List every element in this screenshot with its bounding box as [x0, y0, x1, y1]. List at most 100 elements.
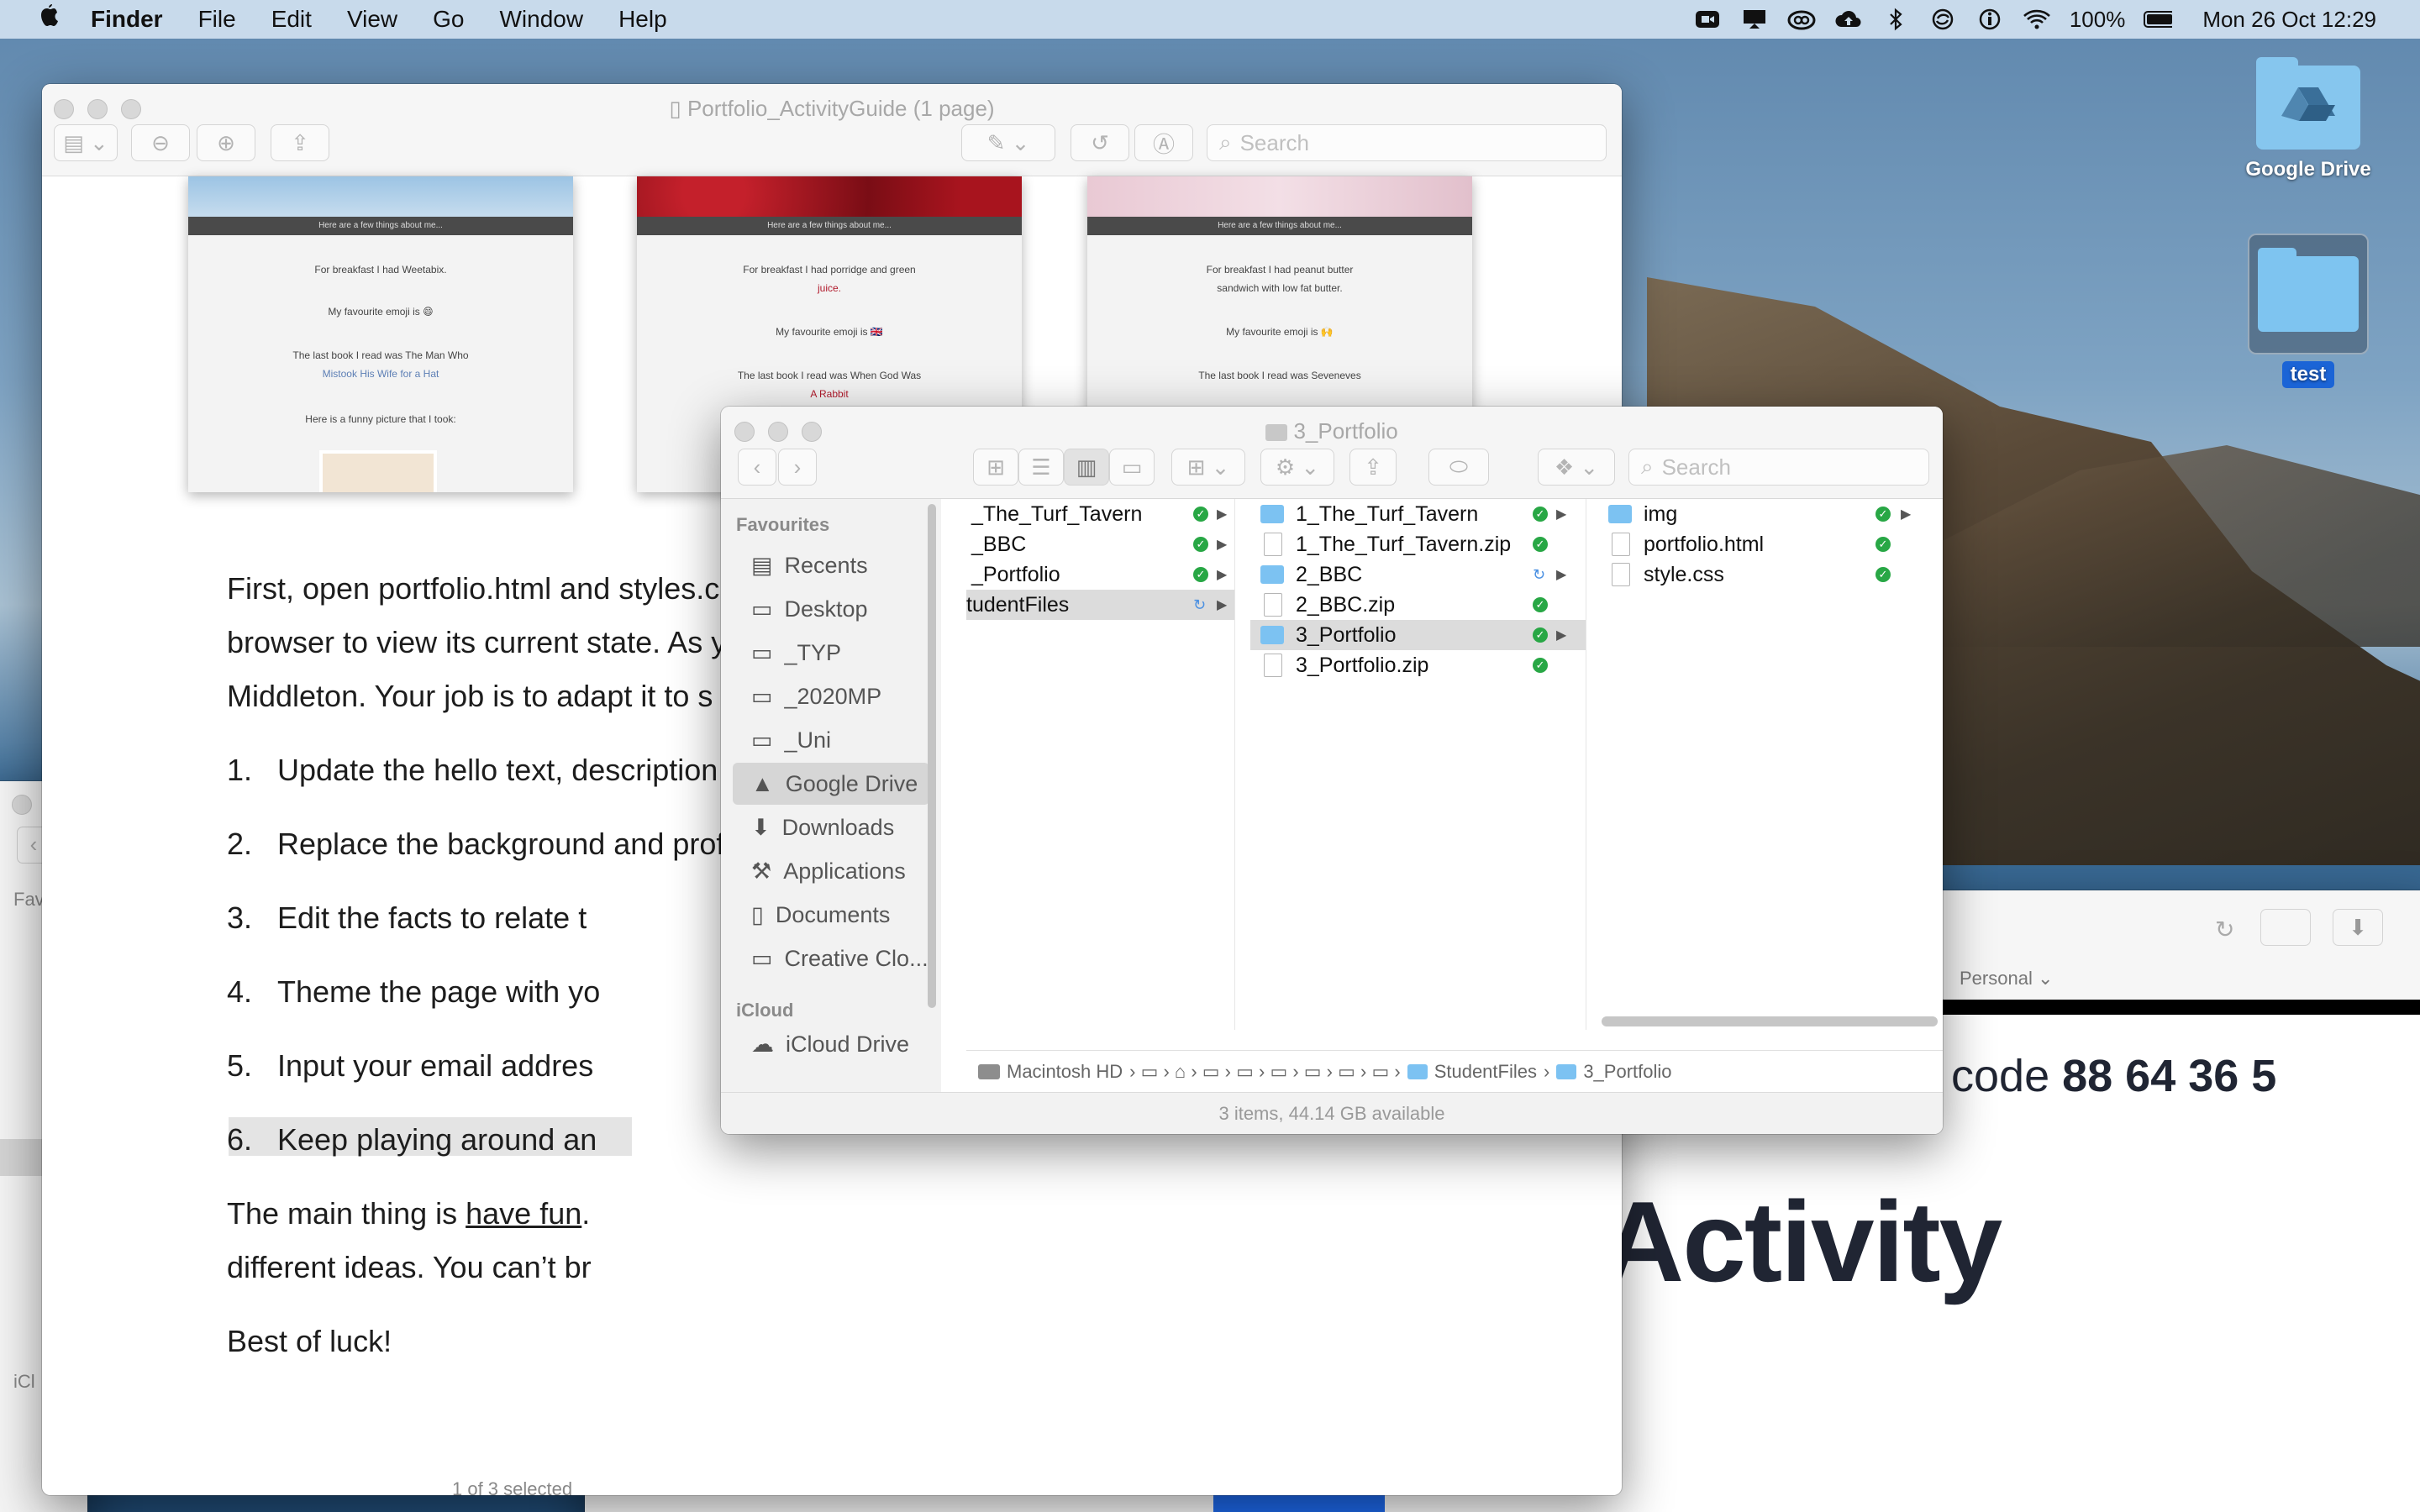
folder-row[interactable]: _BBC ✓ ▶	[966, 529, 1234, 559]
action-button[interactable]: ⚙ ⌄	[1260, 449, 1334, 486]
desktop-icon-google-drive[interactable]: Google Drive	[2237, 57, 2380, 181]
folder-row[interactable]: 1_The_Turf_Tavern ✓ ▶	[1250, 499, 1586, 529]
dropbox-button[interactable]: ❖ ⌄	[1538, 449, 1615, 486]
list-item-1: 1. Update the hello text, description	[227, 753, 718, 788]
reload-icon[interactable]: ↻	[2215, 916, 2234, 943]
search-icon: ⌕	[1219, 129, 1232, 155]
menu-window[interactable]: Window	[499, 6, 583, 33]
menu-app-name[interactable]: Finder	[91, 6, 163, 33]
file-row[interactable]: 3_Portfolio.zip ✓	[1250, 650, 1586, 680]
sidebar-item-icloud-drive[interactable]: ☁ iCloud Drive	[733, 1023, 929, 1065]
info-icon[interactable]	[1975, 7, 2004, 32]
sidebar-item-downloads[interactable]: ⬇ Downloads	[733, 806, 929, 848]
zoom-out-button[interactable]: ⊖	[131, 124, 190, 161]
view-columns-button[interactable]: ▥	[1064, 449, 1109, 486]
list-text: Keep playing around an	[277, 1122, 597, 1157]
folder-row[interactable]: img ✓ ▶	[1598, 499, 1943, 529]
back-button[interactable]: ‹	[738, 449, 776, 486]
file-row[interactable]: style.css ✓	[1598, 559, 1943, 590]
synced-icon: ✓	[1876, 567, 1891, 582]
menu-file[interactable]: File	[198, 6, 236, 33]
apple-menu-icon[interactable]	[32, 3, 66, 36]
menu-go[interactable]: Go	[433, 6, 464, 33]
sidebar-item-creative-cloud[interactable]: ▭ Creative Clo...	[733, 937, 929, 979]
search-input[interactable]: ⌕ Search	[1207, 124, 1607, 161]
forward-button[interactable]: ›	[778, 449, 817, 486]
sidebar-item-typ[interactable]: ▭ _TYP	[733, 632, 929, 674]
group-button[interactable]: ⊞ ⌄	[1171, 449, 1245, 486]
path-segment-3-portfolio[interactable]: 3_Portfolio	[1583, 1061, 1671, 1083]
search-input[interactable]: ⌕ Search	[1628, 449, 1929, 486]
menu-edit[interactable]: Edit	[271, 6, 312, 33]
chevron-right-icon: ▶	[1556, 628, 1567, 643]
file-row[interactable]: 1_The_Turf_Tavern.zip ✓	[1250, 529, 1586, 559]
download-icon[interactable]: ⬇	[2333, 909, 2383, 946]
sidebar-item-recents[interactable]: ▤ Recents	[733, 544, 929, 586]
folder-row-selected[interactable]: 3_Portfolio ✓ ▶	[1250, 620, 1586, 650]
zip-file-icon	[1264, 533, 1282, 556]
view-gallery-button[interactable]: ▭	[1109, 449, 1155, 486]
rotate-button[interactable]: ↺	[1071, 124, 1129, 161]
sidebar-item-label: Documents	[775, 901, 891, 927]
annotate-button[interactable]: Ⓐ	[1134, 124, 1193, 161]
tabs-overview-icon[interactable]	[2260, 909, 2311, 946]
bluetooth-icon[interactable]	[1881, 7, 1910, 32]
view-list-button[interactable]: ☰	[1018, 449, 1064, 486]
folder-icon	[1260, 565, 1284, 584]
path-segment-studentfiles[interactable]: StudentFiles	[1434, 1061, 1537, 1083]
view-icons-button[interactable]: ⊞	[973, 449, 1018, 486]
share-button[interactable]: ⇪	[271, 124, 329, 161]
para-text: The main thing is	[227, 1196, 466, 1231]
cloud-upload-icon[interactable]	[1834, 7, 1863, 32]
folder-row[interactable]: _The_Turf_Tavern ✓ ▶	[966, 499, 1234, 529]
thumb-line: My favourite emoji is 🇬🇧	[776, 326, 883, 338]
profile-menu[interactable]: Personal ⌄	[1960, 968, 2053, 990]
share-button[interactable]: ⇪	[1349, 449, 1397, 486]
zoom-icon[interactable]	[1693, 7, 1722, 32]
item-name: 2_BBC.zip	[1296, 592, 1396, 617]
have-fun-link[interactable]: have fun	[466, 1196, 581, 1231]
sidebar-toggle-button[interactable]: ▤ ⌄	[54, 124, 118, 161]
folder-row-selected[interactable]: tudentFiles ↻ ▶	[966, 590, 1234, 620]
list-number: 5.	[227, 1048, 253, 1083]
path-segment-macintosh-hd[interactable]: Macintosh HD	[1007, 1061, 1123, 1083]
annotate-icon: Ⓐ	[1152, 131, 1175, 157]
sidebar-item-uni[interactable]: ▭ _Uni	[733, 719, 929, 761]
menu-view[interactable]: View	[347, 6, 397, 33]
item-name: _Portfolio	[971, 562, 1060, 586]
menu-help[interactable]: Help	[618, 6, 667, 33]
sync-icon[interactable]	[1928, 7, 1957, 32]
zoom-in-button[interactable]: ⊕	[197, 124, 255, 161]
window-title-text: Portfolio_ActivityGuide (1 page)	[687, 96, 995, 121]
desktop-icon: ▭	[751, 596, 773, 622]
markup-button[interactable]: ✎ ⌄	[961, 124, 1055, 161]
display-icon[interactable]	[1740, 7, 1769, 32]
sidebar-item-desktop[interactable]: ▭ Desktop	[733, 588, 929, 630]
synced-icon: ✓	[1533, 658, 1548, 673]
path-separator: ›	[1543, 1060, 1550, 1082]
window-title-text: 3_Portfolio	[1293, 418, 1398, 444]
folder-row[interactable]: _Portfolio ✓ ▶	[966, 559, 1234, 590]
search-placeholder: Search	[1661, 454, 1731, 480]
intro-line-1: First, open portfolio.html and styles.c	[227, 571, 720, 606]
file-row[interactable]: portfolio.html ✓	[1598, 529, 1943, 559]
wifi-icon[interactable]	[2023, 7, 2051, 32]
google-drive-folder-icon	[2256, 57, 2360, 150]
sidebar-item-google-drive[interactable]: ▲ Google Drive	[733, 763, 929, 805]
zip-file-icon	[1264, 654, 1282, 677]
sidebar-scrollbar[interactable]	[928, 504, 936, 1008]
clock[interactable]: Mon 26 Oct 12:29	[2202, 7, 2376, 33]
synced-icon: ✓	[1193, 537, 1208, 552]
sidebar-item-documents[interactable]: ▯ Documents	[733, 894, 929, 936]
sidebar-item-2020mp[interactable]: ▭ _2020MP	[733, 675, 929, 717]
file-row[interactable]: 2_BBC.zip ✓	[1250, 590, 1586, 620]
creative-cloud-icon[interactable]	[1787, 7, 1816, 32]
intro-line-2: browser to view its current state. As y	[227, 625, 727, 659]
desktop-icon-test[interactable]: test	[2245, 234, 2371, 388]
tags-button[interactable]: ⬭	[1428, 449, 1489, 486]
horizontal-scrollbar[interactable]	[1602, 1016, 1938, 1026]
zoom-in-icon: ⊕	[217, 129, 235, 155]
folder-row[interactable]: 2_BBC ↻ ▶	[1250, 559, 1586, 590]
battery-icon[interactable]	[2144, 7, 2173, 32]
sidebar-item-applications[interactable]: ⚒ Applications	[733, 850, 929, 892]
